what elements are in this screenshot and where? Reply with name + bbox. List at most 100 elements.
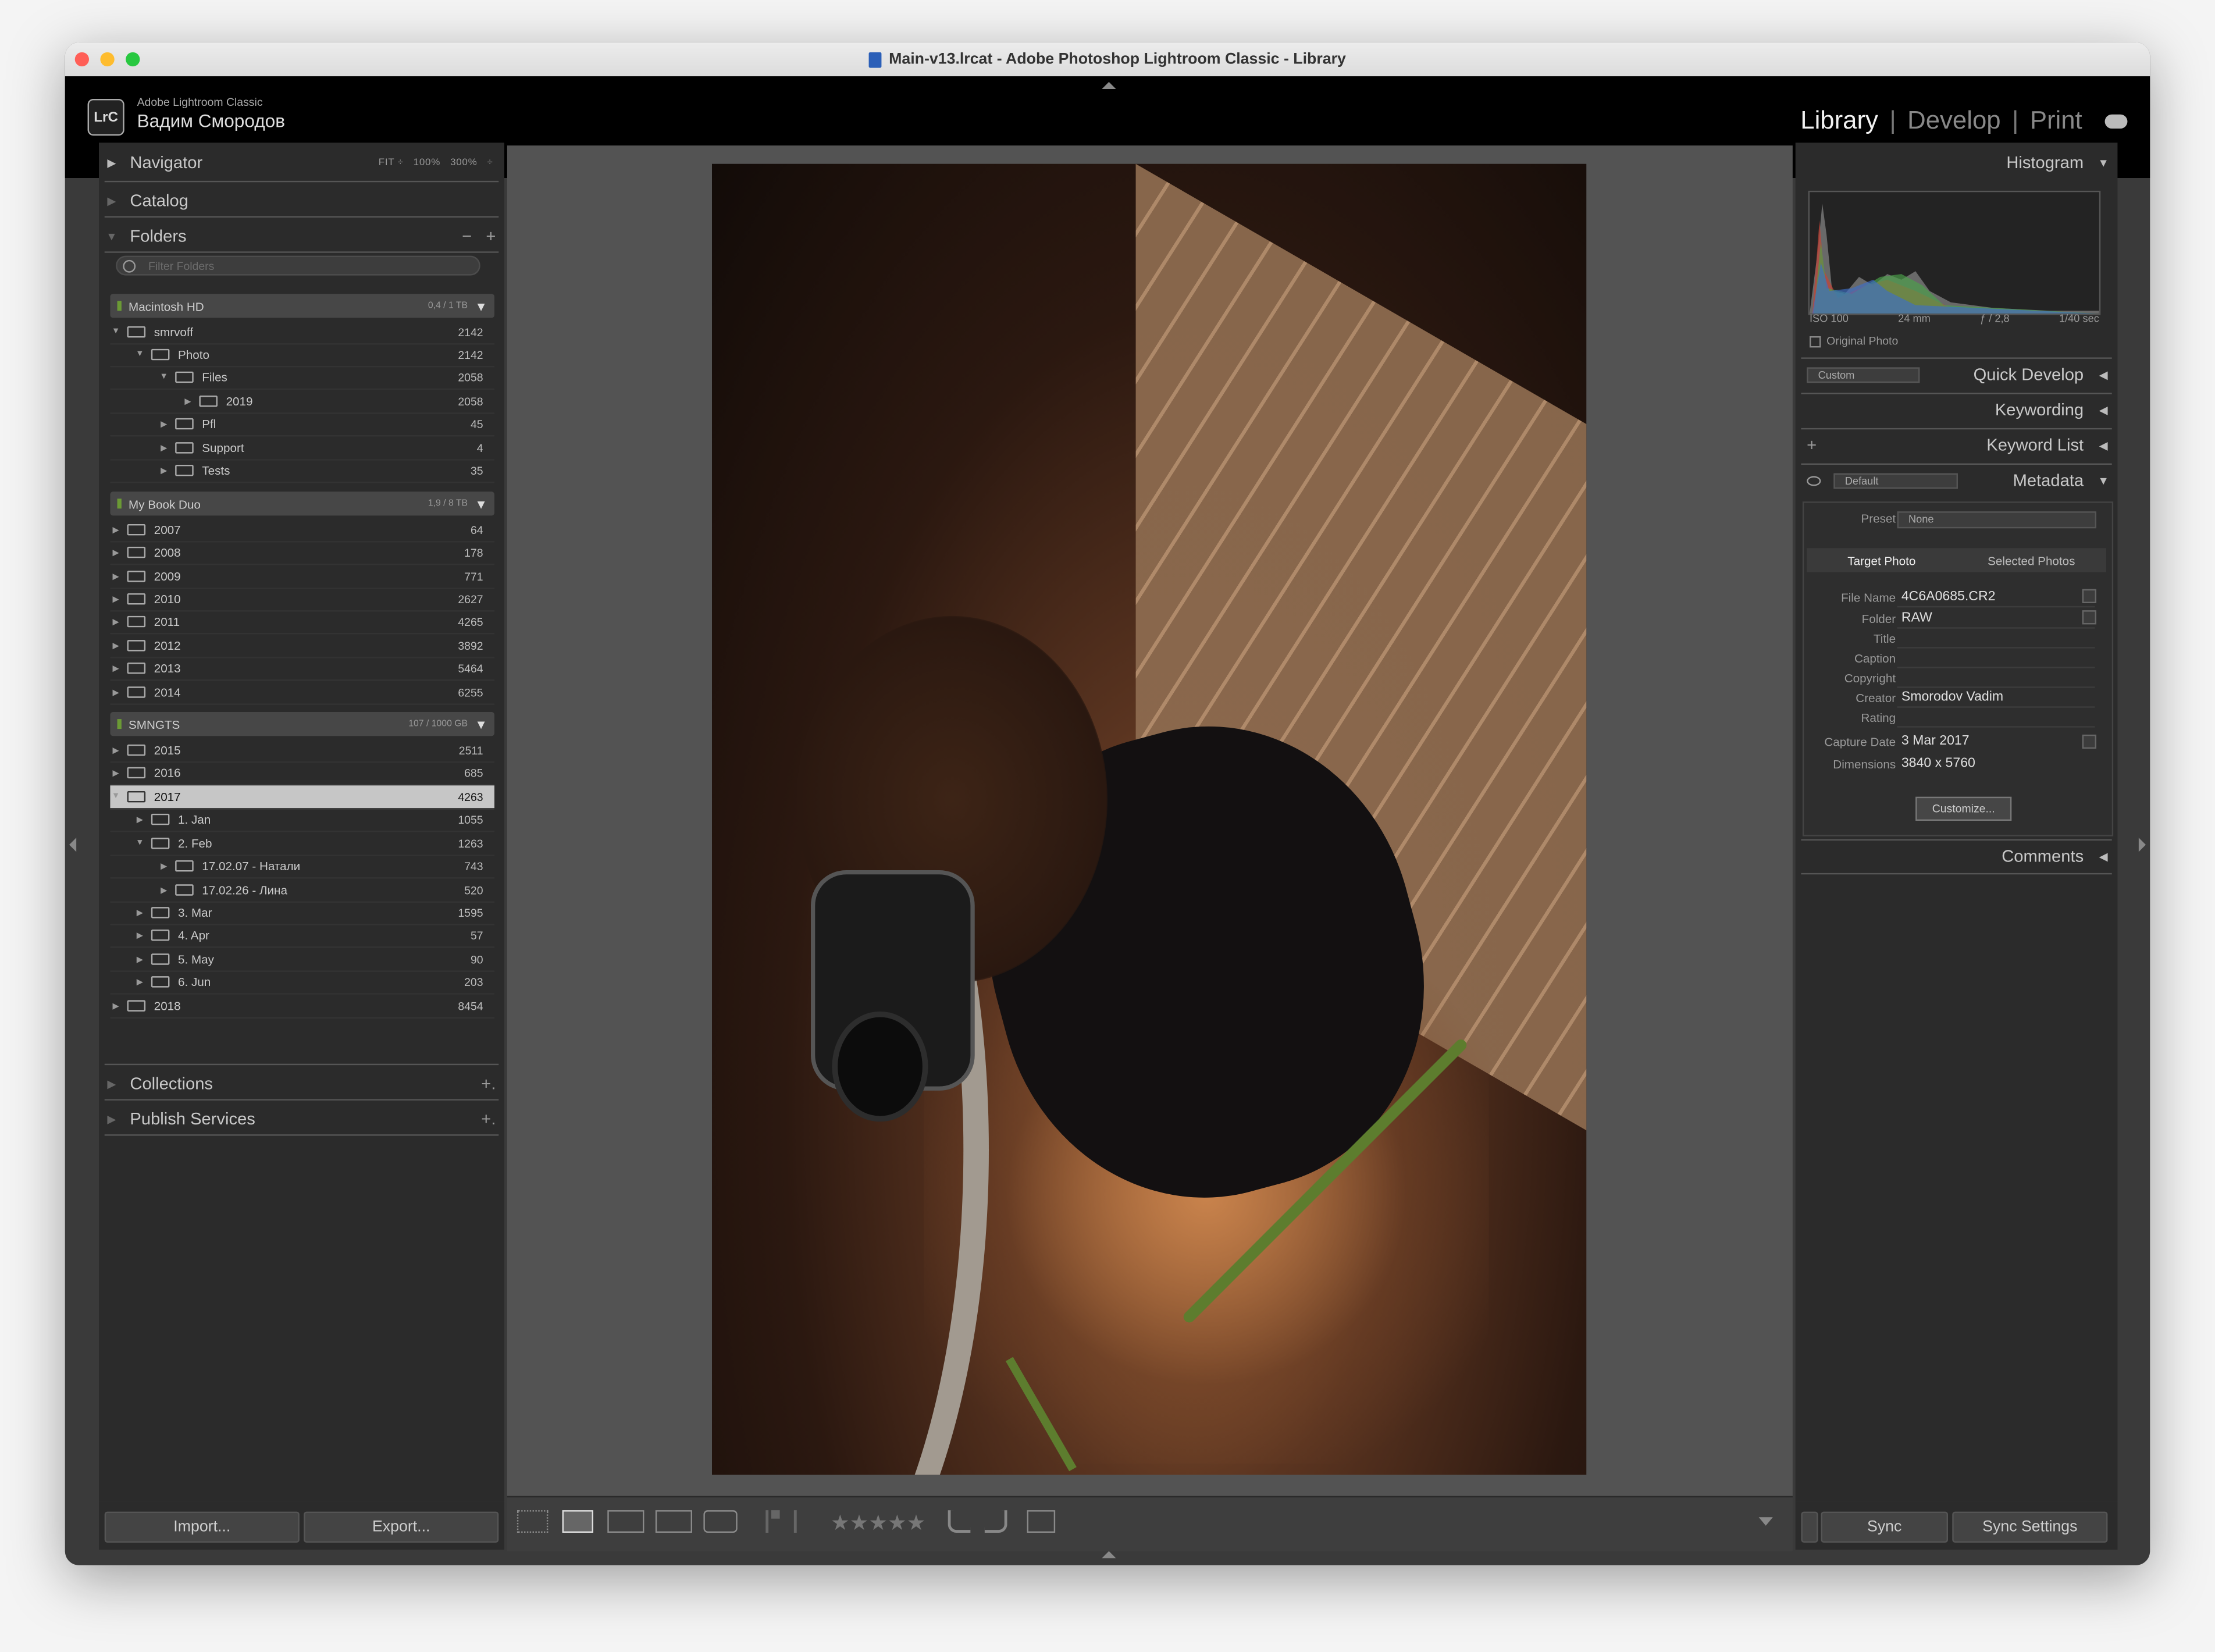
minimize-button[interactable] <box>100 52 115 67</box>
add-publish-service-button[interactable]: +. <box>481 1109 496 1128</box>
folder-row[interactable]: ▼ 2017 4263 <box>110 785 494 810</box>
disclosure-icon[interactable]: ▼ <box>134 350 145 359</box>
capture-date-action-icon[interactable] <box>2082 734 2096 749</box>
disclosure-icon[interactable]: ▶ <box>134 977 145 987</box>
main-photo[interactable] <box>711 163 1587 1475</box>
reject-flag-icon[interactable] <box>793 1510 808 1533</box>
folder-row[interactable]: ▼ Photo 2142 <box>110 343 494 368</box>
go-to-folder-icon[interactable] <box>2082 610 2096 625</box>
crop-icon[interactable] <box>1027 1510 1056 1533</box>
metadata-view-select[interactable]: Default <box>1833 473 1958 489</box>
metadata-field-value[interactable] <box>1897 709 2095 728</box>
module-develop[interactable]: Develop <box>1907 106 2000 136</box>
collapse-right-panel-icon[interactable] <box>2138 838 2146 852</box>
cloud-icon[interactable] <box>2104 113 2128 128</box>
rotate-right-icon[interactable] <box>984 1510 1007 1533</box>
disclosure-icon[interactable]: ▼ <box>134 839 145 848</box>
eye-icon[interactable] <box>1807 475 1821 486</box>
star-rating[interactable]: ★★★★★ <box>831 1510 925 1536</box>
volume-header[interactable]: SMNGTS 107 / 1000 GB ▼ <box>110 711 494 736</box>
collections-header[interactable]: ▶ Collections +. <box>99 1068 504 1099</box>
disclosure-icon[interactable]: ▶ <box>110 768 121 778</box>
disclosure-icon[interactable]: ▶ <box>110 617 121 626</box>
sync-settings-button[interactable]: Sync Settings <box>1952 1511 2108 1543</box>
disclosure-icon[interactable]: ▶ <box>110 663 121 674</box>
folder-row[interactable]: ▶ 2018 8454 <box>110 995 494 1019</box>
survey-view-icon[interactable] <box>655 1510 692 1533</box>
folder-row[interactable]: ▶ 1. Jan 1055 <box>110 808 494 832</box>
navigator-header[interactable]: ▶ Navigator FIT ÷ 100% 300% ÷ <box>99 147 504 178</box>
keyword-list-header[interactable]: + Keyword List ◀ <box>1796 429 2118 460</box>
disclosure-icon[interactable]: ▶ <box>134 907 145 918</box>
publish-services-header[interactable]: ▶ Publish Services +. <box>99 1103 504 1134</box>
tab-target-photo[interactable]: Target Photo <box>1807 553 1956 567</box>
disclosure-icon[interactable]: ▶ <box>158 861 169 871</box>
folder-row[interactable]: ▶ 2010 2627 <box>110 588 494 612</box>
file-name-action-icon[interactable] <box>2082 589 2096 603</box>
disclosure-icon[interactable]: ▶ <box>110 687 121 697</box>
folder-row[interactable]: ▶ 2011 4265 <box>110 610 494 635</box>
folder-row[interactable]: ▶ 3. Mar 1595 <box>110 901 494 925</box>
folder-row[interactable]: ▶ Pfl 45 <box>110 412 494 437</box>
close-button[interactable] <box>74 52 89 67</box>
disclosure-icon[interactable]: ▶ <box>110 525 121 535</box>
disclosure-icon[interactable]: ▶ <box>182 396 193 407</box>
filter-folders-input[interactable]: Filter Folders <box>116 255 480 276</box>
original-photo-checkbox[interactable] <box>1809 335 1821 347</box>
volume-header[interactable]: Macintosh HD 0,4 / 1 TB ▼ <box>110 294 494 318</box>
disclosure-icon[interactable]: ▶ <box>134 954 145 964</box>
auto-sync-toggle[interactable] <box>1801 1511 1818 1543</box>
disclosure-icon[interactable]: ▶ <box>110 640 121 651</box>
disclosure-icon[interactable]: ▶ <box>134 814 145 824</box>
disclosure-icon[interactable]: ▶ <box>158 465 169 476</box>
zoom-button[interactable] <box>126 52 140 67</box>
add-keyword-button[interactable]: + <box>1807 435 1817 455</box>
rotate-left-icon[interactable] <box>948 1510 971 1533</box>
disclosure-icon[interactable]: ▶ <box>110 745 121 755</box>
metadata-field-value[interactable]: RAW <box>1897 610 2095 629</box>
module-print[interactable]: Print <box>2030 106 2082 136</box>
volume-header[interactable]: My Book Duo 1,9 / 8 TB ▼ <box>110 492 494 516</box>
folder-row[interactable]: ▶ 2016 685 <box>110 761 494 786</box>
disclosure-icon[interactable]: ▶ <box>158 443 169 453</box>
folder-row[interactable]: ▶ 2008 178 <box>110 541 494 565</box>
loupe-view[interactable] <box>507 145 1793 1496</box>
collapse-left-panel-icon[interactable] <box>69 838 77 852</box>
add-folder-button[interactable]: + <box>486 226 496 246</box>
disclosure-icon[interactable]: ▶ <box>110 547 121 557</box>
folder-row[interactable]: ▶ 6. Jun 203 <box>110 970 494 995</box>
zoom-more-icon[interactable]: ÷ <box>487 158 493 168</box>
folder-row[interactable]: ▶ 2009 771 <box>110 565 494 589</box>
export-button[interactable]: Export... <box>304 1511 499 1543</box>
folder-row[interactable]: ▶ 2015 2511 <box>110 739 494 763</box>
keywording-header[interactable]: Keywording ◀ <box>1796 394 2118 425</box>
people-view-icon[interactable] <box>703 1510 738 1533</box>
disclosure-icon[interactable]: ▶ <box>110 571 121 582</box>
disclosure-icon[interactable]: ▶ <box>110 594 121 604</box>
folder-row[interactable]: ▶ 4. Apr 57 <box>110 924 494 948</box>
folder-row[interactable]: ▶ 5. May 90 <box>110 948 494 972</box>
disclosure-icon[interactable]: ▶ <box>158 419 169 429</box>
add-collection-button[interactable]: +. <box>481 1074 496 1094</box>
disclosure-icon[interactable]: ▼ <box>110 792 121 801</box>
folder-row[interactable]: ▼ smrvoff 2142 <box>110 321 494 345</box>
folder-row[interactable]: ▶ 17.02.26 - Лина 520 <box>110 879 494 903</box>
histogram-header[interactable]: Histogram ▼ <box>1796 147 2118 178</box>
disclosure-icon[interactable]: ▶ <box>110 1001 121 1011</box>
remove-folder-button[interactable]: − <box>462 226 472 246</box>
metadata-field-value[interactable] <box>1897 670 2095 688</box>
folder-row[interactable]: ▶ 2014 6255 <box>110 681 494 705</box>
metadata-field-value[interactable] <box>1897 630 2095 649</box>
volume-menu-icon[interactable]: ▼ <box>475 299 487 313</box>
disclosure-icon[interactable]: ▼ <box>110 327 121 336</box>
collapse-top-panel-icon[interactable] <box>1102 81 1116 89</box>
metadata-field-value[interactable]: 4C6A0685.CR2 <box>1897 589 2095 608</box>
toolbar-menu-icon[interactable] <box>1758 1517 1773 1526</box>
folder-row[interactable]: ▶ 2007 64 <box>110 518 494 543</box>
grid-view-icon[interactable] <box>517 1510 549 1533</box>
module-library[interactable]: Library <box>1800 106 1878 136</box>
disclosure-icon[interactable]: ▼ <box>158 373 169 382</box>
volume-menu-icon[interactable]: ▼ <box>475 497 487 511</box>
import-button[interactable]: Import... <box>104 1511 300 1543</box>
folder-row[interactable]: ▶ 2012 3892 <box>110 634 494 658</box>
